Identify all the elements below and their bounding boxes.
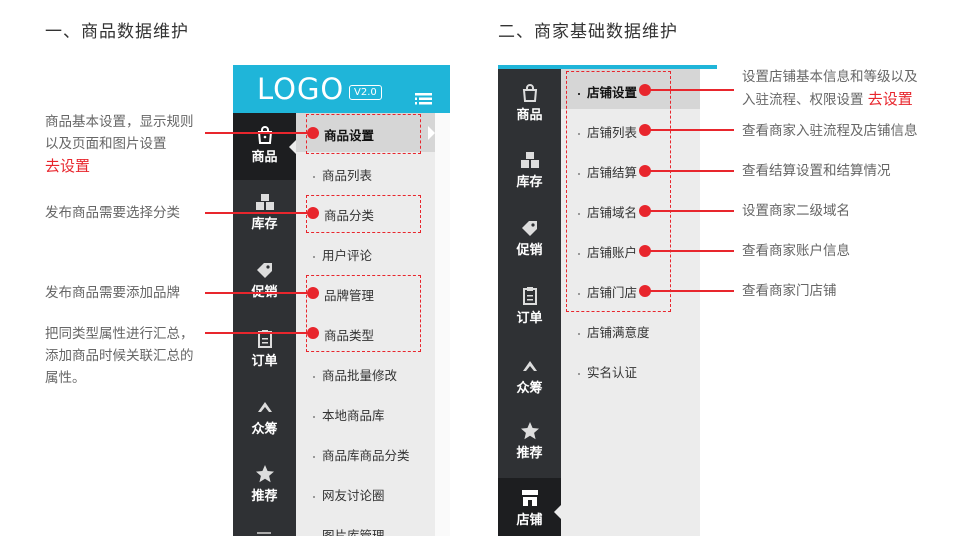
annotation-line [205, 292, 313, 294]
note-store-outlets: 查看商家门店铺 [742, 283, 837, 299]
submenu-item-local-library[interactable]: 本地商品库 [313, 405, 385, 424]
content-area [435, 113, 450, 536]
annotation-line [645, 89, 734, 91]
star-icon [520, 422, 540, 440]
boxes-icon [520, 151, 540, 169]
submenu-caret [428, 126, 435, 140]
nav-label: 库存 [251, 217, 278, 232]
nav-item-goods[interactable]: 商品 [498, 84, 561, 134]
nav-item-order[interactable]: 订单 [498, 287, 561, 337]
submenu-item-batch-edit[interactable]: 商品批量修改 [313, 365, 397, 384]
active-caret [554, 505, 561, 519]
note-store-list: 查看商家入驻流程及店铺信息 [742, 123, 918, 139]
highlight-box [306, 275, 421, 352]
nav-label: 商品 [516, 108, 543, 123]
note-store-domain: 设置商家二级域名 [742, 203, 850, 219]
highlight-box [306, 195, 421, 233]
menu-toggle-icon[interactable] [415, 90, 432, 105]
submenu-item-goods-list[interactable]: 商品列表 [313, 165, 372, 184]
section1-title: 一、商品数据维护 [45, 22, 189, 42]
crowdfund-icon [520, 357, 540, 375]
main-nav-2: 商品 库存 促销 订单 众筹 推荐 店铺 [498, 69, 561, 536]
nav-more-indicator [257, 532, 271, 534]
version-badge: V2.0 [349, 85, 382, 100]
annotation-dot [639, 285, 651, 297]
note-brands: 发布商品需要添加品牌 [45, 285, 180, 301]
nav-item-crowdfund[interactable]: 众筹 [233, 398, 296, 448]
annotation-line [645, 210, 734, 212]
tag-icon [520, 219, 540, 237]
nav-label: 众筹 [251, 422, 278, 437]
nav-item-order[interactable]: 订单 [233, 330, 296, 380]
logo-bar: LOGO V2.0 [233, 65, 450, 113]
star-icon [255, 465, 275, 483]
nav-item-store[interactable]: 店铺 [498, 478, 561, 536]
section2-title: 二、商家基础数据维护 [498, 22, 678, 42]
go-settings-link[interactable]: 去设置 [45, 155, 194, 177]
main-nav: 商品 库存 促销 订单 众筹 推荐 [233, 113, 296, 536]
annotation-line [205, 132, 313, 134]
submenu-item-discussion[interactable]: 网友讨论圈 [313, 485, 385, 504]
submenu-item-reviews[interactable]: 用户评论 [313, 245, 372, 264]
annotation-line [205, 332, 313, 334]
note-store-account: 查看商家账户信息 [742, 243, 850, 259]
nav-label: 商品 [251, 150, 278, 165]
annotation-dot [639, 245, 651, 257]
submenu-item-image-library[interactable]: 图片库管理 [313, 525, 385, 536]
annotation-dot [639, 124, 651, 136]
nav-label: 促销 [516, 243, 543, 258]
crowdfund-icon [255, 398, 275, 416]
note-store-settlement: 查看结算设置和结算情况 [742, 163, 891, 179]
boxes-icon [255, 193, 275, 211]
nav-item-goods[interactable]: 商品 [233, 113, 296, 180]
logo: LOGO [257, 72, 345, 106]
note-goods-category: 发布商品需要选择分类 [45, 205, 180, 221]
note-store-settings: 设置店铺基本信息和等级以及 入驻流程、权限设置 去设置 [742, 69, 918, 108]
annotation-dot [639, 84, 651, 96]
highlight-box [306, 114, 421, 154]
annotation-dot [307, 127, 319, 139]
note-goods-types: 把同类型属性进行汇总， 添加商品时候关联汇总的 属性。 [45, 326, 194, 386]
nav-item-recommend[interactable]: 推荐 [233, 465, 296, 515]
annotation-line [645, 170, 734, 172]
nav-label: 订单 [251, 354, 278, 369]
nav-item-promotion[interactable]: 促销 [498, 219, 561, 269]
bag-icon [520, 84, 540, 102]
annotation-dot [639, 165, 651, 177]
bag-icon [255, 126, 275, 144]
nav-item-crowdfund[interactable]: 众筹 [498, 357, 561, 407]
annotation-dot [307, 207, 319, 219]
nav-item-recommend[interactable]: 推荐 [498, 422, 561, 472]
annotation-line [645, 250, 734, 252]
nav-label: 库存 [516, 175, 543, 190]
annotation-dot [639, 205, 651, 217]
store-icon [520, 489, 540, 507]
go-settings-link[interactable]: 去设置 [868, 90, 913, 108]
submenu-item-library-category[interactable]: 商品库商品分类 [313, 445, 410, 464]
nav-label: 推荐 [516, 446, 543, 461]
annotation-dot [307, 287, 319, 299]
nav-label: 推荐 [251, 489, 278, 504]
active-caret [289, 140, 296, 154]
nav-item-promotion[interactable]: 促销 [233, 261, 296, 311]
annotation-line [205, 212, 313, 214]
annotation-line [645, 129, 734, 131]
nav-label: 订单 [516, 311, 543, 326]
nav-label: 众筹 [516, 381, 543, 396]
nav-item-stock[interactable]: 库存 [498, 151, 561, 201]
note-goods-settings: 商品基本设置，显示规则 以及页面和图片设置 去设置 [45, 114, 194, 177]
highlight-box [566, 71, 671, 312]
submenu-item-store-satisfaction[interactable]: 店铺满意度 [578, 322, 650, 341]
annotation-line [645, 290, 734, 292]
nav-label: 店铺 [516, 513, 543, 528]
nav-item-stock[interactable]: 库存 [233, 193, 296, 243]
annotation-dot [307, 327, 319, 339]
submenu-item-real-name-auth[interactable]: 实名认证 [578, 362, 637, 381]
tag-icon [255, 261, 275, 279]
clipboard-icon [520, 287, 540, 305]
